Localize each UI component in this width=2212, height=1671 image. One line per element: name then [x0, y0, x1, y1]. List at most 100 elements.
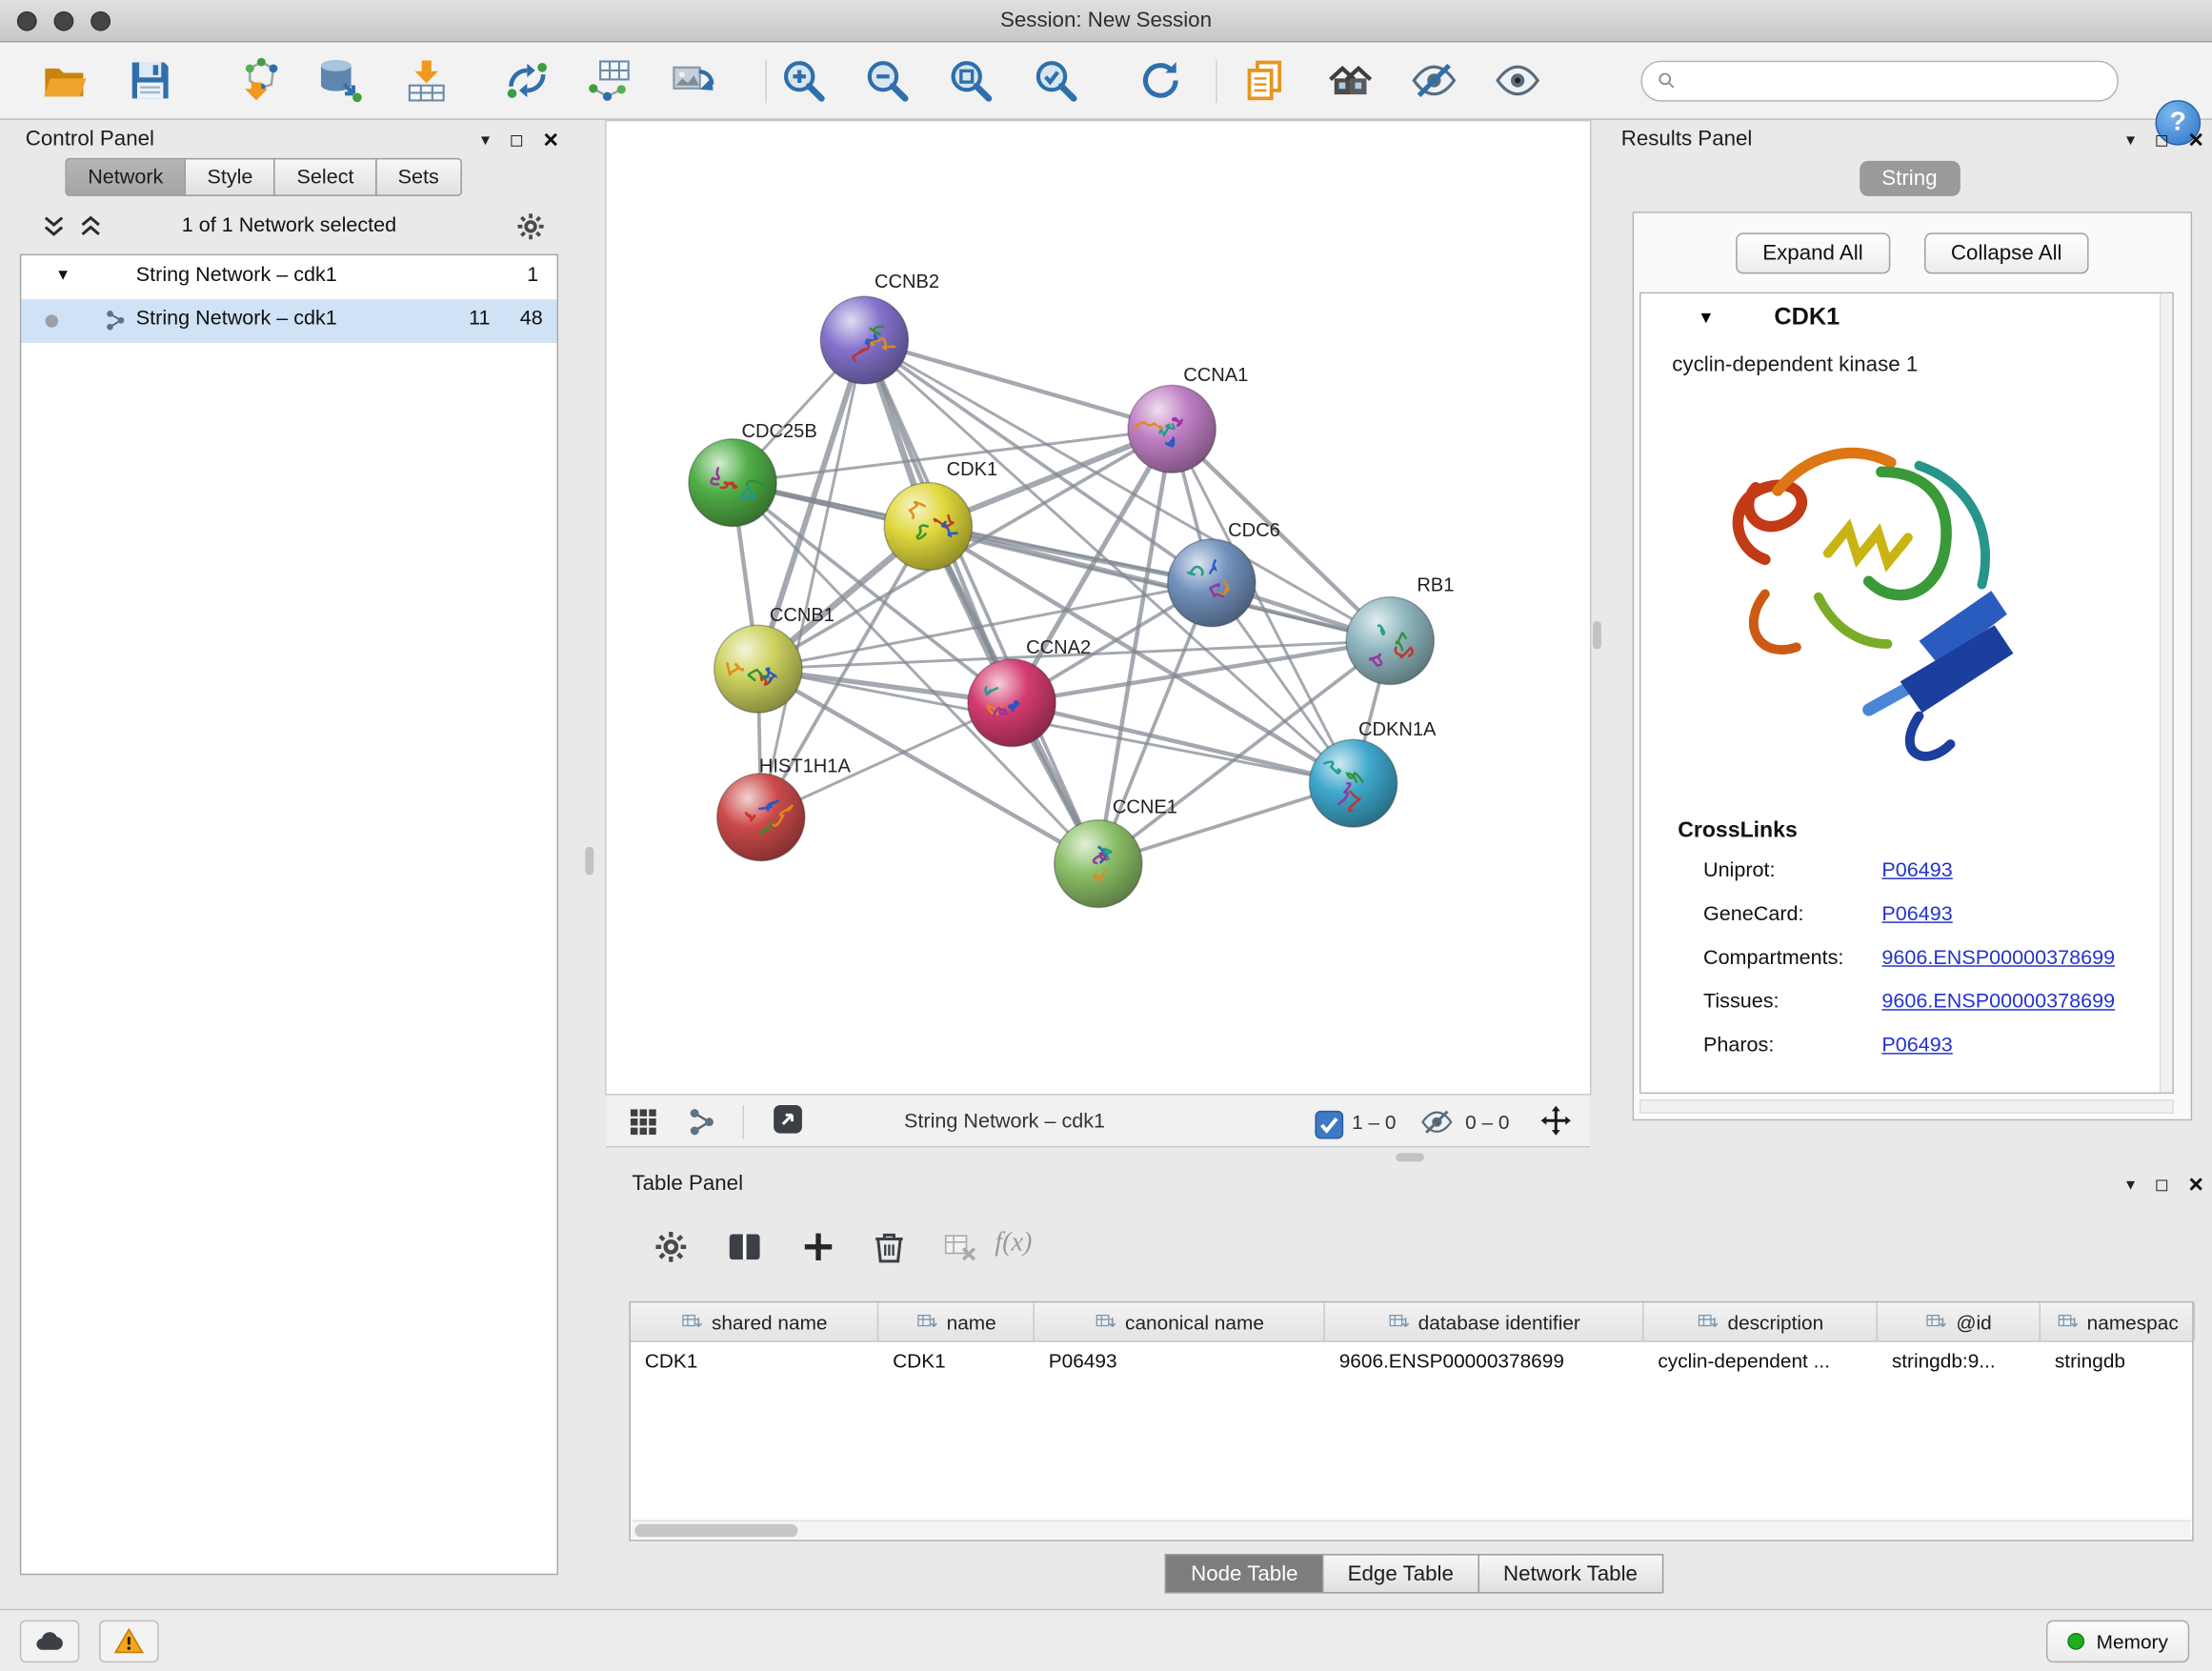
panel-close-icon[interactable]: × — [2188, 1169, 2203, 1200]
panel-menu-icon[interactable]: ▾ — [2126, 1169, 2135, 1200]
first-neighbors-icon[interactable] — [1322, 52, 1379, 109]
table-cell[interactable]: CDK1 — [878, 1342, 1035, 1381]
tab-sets[interactable]: Sets — [375, 158, 462, 196]
open-session-icon[interactable] — [37, 52, 94, 109]
search-input[interactable] — [1686, 70, 2102, 92]
table-cell[interactable]: stringdb:9... — [1878, 1342, 2041, 1381]
tab-node-table[interactable]: Node Table — [1165, 1554, 1323, 1593]
network-node[interactable] — [968, 659, 1056, 747]
network-node[interactable] — [1168, 539, 1256, 627]
results-tab-string[interactable]: String — [1859, 161, 1960, 196]
table-cell[interactable]: cyclin-dependent ... — [1644, 1342, 1878, 1381]
network-edge[interactable] — [864, 340, 1172, 429]
selected-checkbox-icon[interactable] — [1312, 1108, 1340, 1137]
crosslink-link[interactable]: 9606.ENSP00000378699 — [1881, 991, 2115, 1014]
column-header-namespac[interactable]: namespac — [2041, 1302, 2195, 1340]
network-table-icon[interactable] — [581, 52, 638, 109]
memory-button[interactable]: Memory — [2047, 1621, 2190, 1662]
panel-close-icon[interactable]: × — [543, 124, 558, 155]
results-horizontal-scrollbar[interactable] — [1639, 1099, 2174, 1114]
collapse-caret-icon[interactable]: ▼ — [55, 267, 70, 284]
zoom-fit-icon[interactable] — [942, 52, 999, 109]
column-header-name[interactable]: name — [878, 1302, 1035, 1340]
add-row-icon[interactable] — [799, 1228, 837, 1266]
right-splitter-handle[interactable] — [1593, 621, 1601, 650]
move-tool-icon[interactable] — [1538, 1103, 1576, 1140]
panel-close-icon[interactable]: × — [2188, 124, 2203, 155]
cloud-button[interactable] — [20, 1621, 79, 1662]
open-in-viewer-icon[interactable] — [771, 1102, 811, 1141]
scrollbar-thumb[interactable] — [634, 1524, 797, 1537]
column-header-shared-name[interactable]: shared name — [631, 1302, 878, 1340]
tab-network[interactable]: Network — [65, 158, 186, 196]
string-network-icon[interactable] — [686, 1105, 720, 1139]
import-network-database-icon[interactable] — [312, 52, 369, 109]
tab-network-table[interactable]: Network Table — [1478, 1554, 1663, 1593]
columns-icon[interactable] — [726, 1228, 764, 1266]
bottom-splitter-handle[interactable] — [1396, 1153, 1424, 1161]
network-node[interactable] — [717, 774, 805, 861]
panel-menu-icon[interactable]: ▾ — [481, 124, 490, 155]
network-node[interactable] — [689, 439, 776, 527]
crosslink-label: Tissues: — [1703, 991, 1780, 1014]
network-node[interactable] — [1309, 739, 1397, 827]
search-box[interactable] — [1641, 61, 2119, 102]
import-table-file-icon[interactable] — [398, 52, 455, 109]
column-header-description[interactable]: description — [1644, 1302, 1878, 1340]
gear-icon[interactable] — [652, 1228, 690, 1266]
crosslink-link[interactable]: P06493 — [1881, 903, 1952, 926]
network-node[interactable] — [1346, 597, 1434, 685]
warnings-button[interactable] — [99, 1621, 158, 1662]
panel-menu-icon[interactable]: ▾ — [2126, 124, 2135, 155]
table-cell[interactable]: 9606.ENSP00000378699 — [1325, 1342, 1644, 1381]
column-header--id[interactable]: @id — [1878, 1302, 2041, 1340]
crosslink-link[interactable]: P06493 — [1881, 859, 1952, 882]
show-all-icon[interactable] — [1489, 52, 1546, 109]
column-header-database-identifier[interactable]: database identifier — [1325, 1302, 1644, 1340]
network-tree-row[interactable]: String Network – cdk11148 — [21, 299, 556, 343]
network-node[interactable] — [714, 625, 802, 713]
zoom-in-icon[interactable] — [775, 52, 833, 109]
zoom-out-icon[interactable] — [858, 52, 915, 109]
results-vertical-scrollbar[interactable] — [2160, 293, 2172, 1092]
delete-row-icon[interactable] — [870, 1228, 908, 1266]
tab-edge-table[interactable]: Edge Table — [1322, 1554, 1479, 1593]
column-header-canonical-name[interactable]: canonical name — [1035, 1302, 1325, 1340]
tab-style[interactable]: Style — [185, 158, 276, 196]
export-network-image-icon[interactable] — [665, 52, 722, 109]
crosslink-link[interactable]: P06493 — [1881, 1035, 1952, 1057]
gear-icon[interactable] — [514, 211, 547, 243]
panel-float-icon[interactable]: ◻ — [2155, 1169, 2169, 1200]
network-node[interactable] — [1055, 820, 1142, 908]
zoom-selected-icon[interactable] — [1027, 52, 1084, 109]
network-node[interactable] — [884, 483, 972, 571]
table-horizontal-scrollbar[interactable] — [632, 1520, 2190, 1538]
table-row[interactable]: CDK1CDK1P064939606.ENSP00000378699cyclin… — [631, 1342, 2192, 1381]
table-cell[interactable]: CDK1 — [631, 1342, 878, 1381]
birdseye-view-icon[interactable] — [626, 1105, 660, 1139]
network-edge[interactable] — [1012, 703, 1353, 783]
network-tree-row[interactable]: ▼String Network – cdk11 — [21, 255, 556, 299]
network-canvas[interactable]: CCNB2CCNA1CDC25BCDK1CDC6RB1CCNB1CCNA2CDK… — [607, 121, 1590, 1094]
network-from-selection-icon[interactable] — [499, 52, 556, 109]
network-node[interactable] — [820, 296, 908, 384]
section-collapse-icon[interactable]: ▼ — [1698, 308, 1715, 328]
network-edge[interactable] — [864, 340, 1097, 864]
table-cell[interactable]: stringdb — [2041, 1342, 2195, 1381]
save-session-icon[interactable] — [122, 52, 179, 109]
expand-all-button[interactable]: Expand All — [1736, 232, 1890, 273]
import-network-file-icon[interactable] — [231, 52, 288, 109]
panel-float-icon[interactable]: ◻ — [510, 124, 524, 155]
apply-layout-icon[interactable] — [1133, 52, 1190, 109]
left-splitter-handle[interactable] — [585, 847, 593, 876]
table-cell[interactable]: P06493 — [1035, 1342, 1325, 1381]
network-edge[interactable] — [761, 340, 865, 817]
control-panel: Control Panel ▾ ◻ × NetworkStyleSelectSe… — [11, 124, 567, 1580]
collapse-all-button[interactable]: Collapse All — [1924, 232, 2089, 273]
network-node[interactable] — [1128, 385, 1216, 473]
crosslink-link[interactable]: 9606.ENSP00000378699 — [1881, 947, 2115, 970]
duplicate-network-icon[interactable] — [1237, 52, 1295, 109]
tab-select[interactable]: Select — [274, 158, 377, 196]
panel-float-icon[interactable]: ◻ — [2155, 124, 2169, 155]
hide-selected-icon[interactable] — [1406, 52, 1463, 109]
